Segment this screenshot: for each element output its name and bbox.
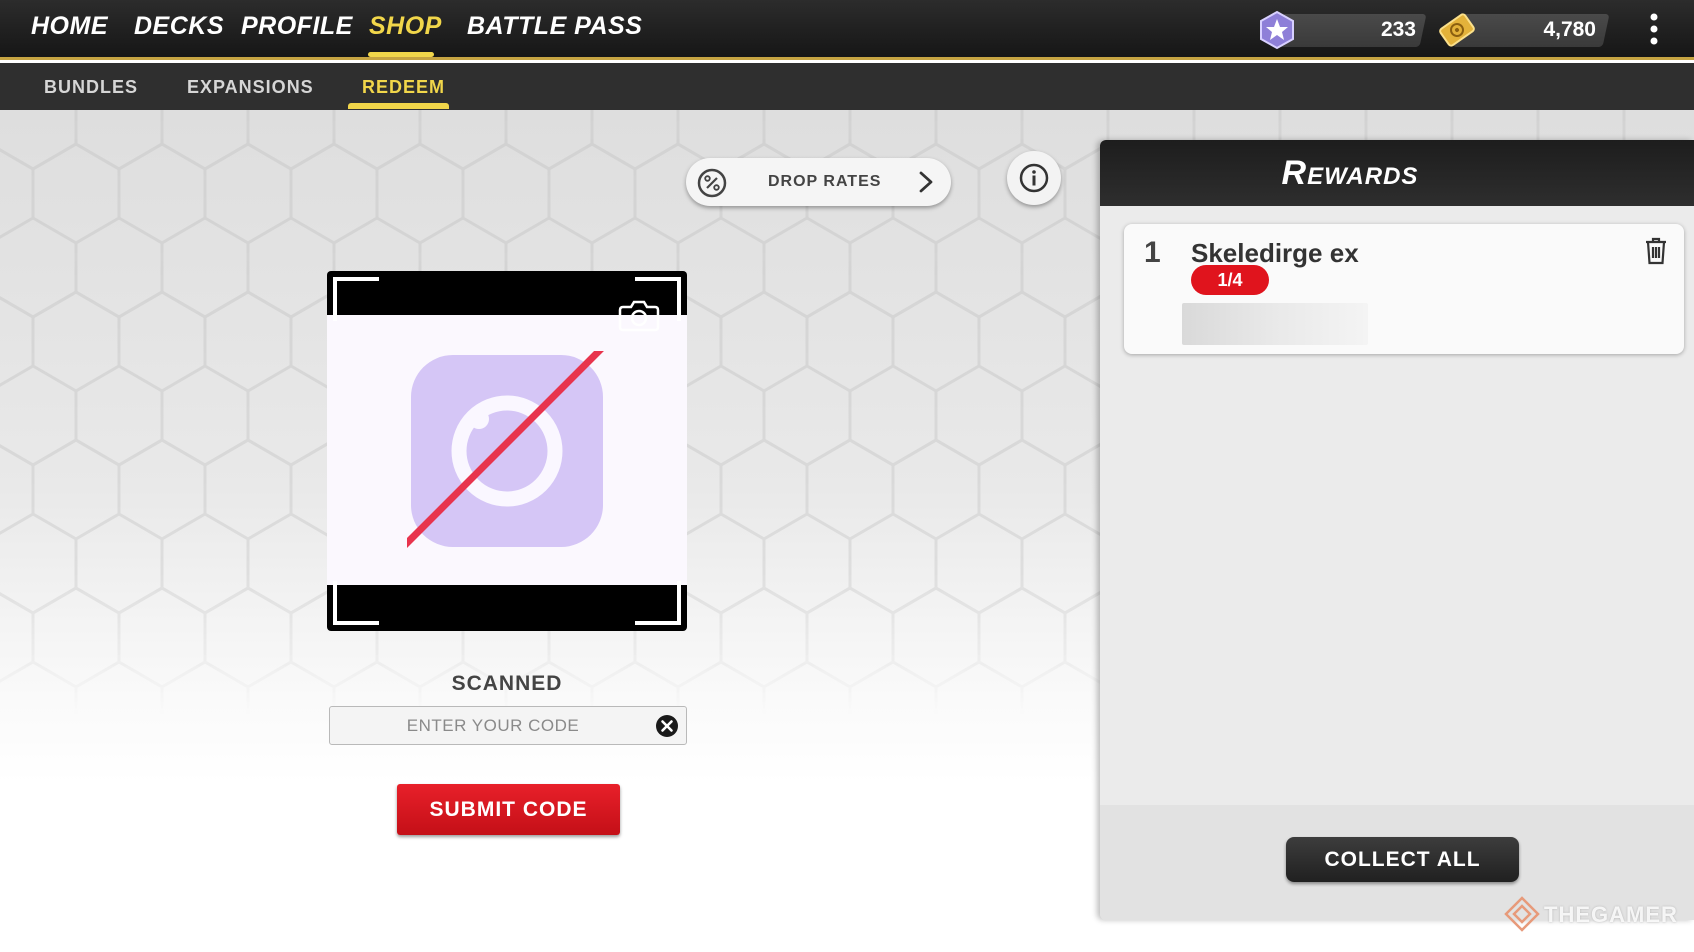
star-badge-icon [1260, 10, 1294, 50]
tab-expansions[interactable]: EXPANSIONS [187, 77, 314, 98]
reward-progress-badge: 1/4 [1191, 265, 1269, 295]
tab-redeem[interactable]: REDEEM [362, 77, 445, 98]
currency-value-gems: 233 [1380, 18, 1416, 41]
rewards-header: Rewards [1100, 140, 1694, 206]
reward-item: 1 Skeledirge ex 1/4 [1124, 224, 1684, 354]
trash-icon[interactable] [1644, 237, 1668, 265]
drop-rates-button[interactable]: DROP RATES [686, 158, 951, 206]
percent-icon [697, 168, 727, 198]
watermark-text: THEGAMER [1544, 902, 1678, 927]
collect-all-button[interactable]: COLLECT ALL [1286, 837, 1519, 882]
top-nav-bar: HOME DECKS PROFILE SHOP BATTLE PASS 233 … [0, 0, 1694, 60]
nav-decks[interactable]: DECKS [134, 12, 224, 41]
drop-rates-label: DROP RATES [768, 173, 882, 190]
reward-blurred-preview [1182, 303, 1368, 345]
info-icon [1019, 163, 1049, 193]
tab-bundles[interactable]: BUNDLES [44, 77, 138, 98]
currency-value-tickets: 4,780 [1543, 18, 1596, 41]
scan-status-label: SCANNED [451, 672, 563, 695]
nav-profile[interactable]: PROFILE [241, 12, 353, 41]
reward-index: 1 [1144, 236, 1161, 269]
nav-battle-pass[interactable]: BATTLE PASS [467, 12, 642, 41]
tab-active-indicator [348, 103, 449, 109]
nav-active-indicator [368, 52, 434, 57]
more-menu-icon[interactable] [1648, 12, 1660, 46]
code-scanner-viewport[interactable] [327, 271, 687, 631]
rewards-title: Rewards [1281, 154, 1419, 192]
rewards-panel: Rewards 1 Skeledirge ex 1/4 COLLECT ALL [1100, 140, 1694, 920]
info-button[interactable] [1007, 151, 1061, 205]
clear-input-icon[interactable] [655, 714, 679, 738]
camera-off-icon [407, 351, 604, 548]
camera-switch-icon[interactable] [617, 297, 661, 333]
chevron-right-icon [919, 171, 933, 193]
ticket-coin-icon [1439, 13, 1475, 47]
nav-shop[interactable]: SHOP [369, 12, 442, 41]
code-input[interactable] [329, 706, 687, 745]
submit-code-button[interactable]: SUBMIT CODE [397, 784, 620, 835]
sub-nav-bar: BUNDLES EXPANSIONS REDEEM [0, 63, 1694, 110]
nav-home[interactable]: HOME [31, 12, 108, 41]
watermark-logo-icon [1504, 896, 1540, 932]
